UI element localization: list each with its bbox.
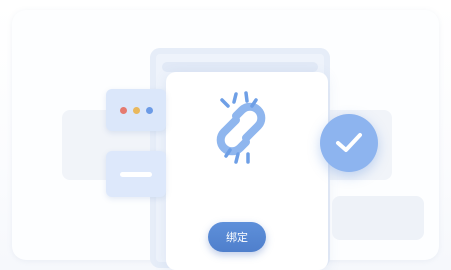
window-dots-icon	[106, 89, 166, 131]
minimized-window-icon	[106, 151, 166, 197]
bind-button[interactable]: 绑定	[208, 222, 266, 252]
broken-link-icon	[216, 91, 266, 164]
check-glyph	[336, 133, 362, 152]
red-dot	[119, 106, 127, 114]
bind-illustration-panel: 绑定	[0, 0, 451, 270]
window-bar	[120, 172, 152, 177]
yellow-dot	[132, 106, 140, 114]
background-block	[332, 196, 424, 240]
blue-dot	[145, 106, 153, 114]
checkmark-icon	[320, 114, 378, 172]
